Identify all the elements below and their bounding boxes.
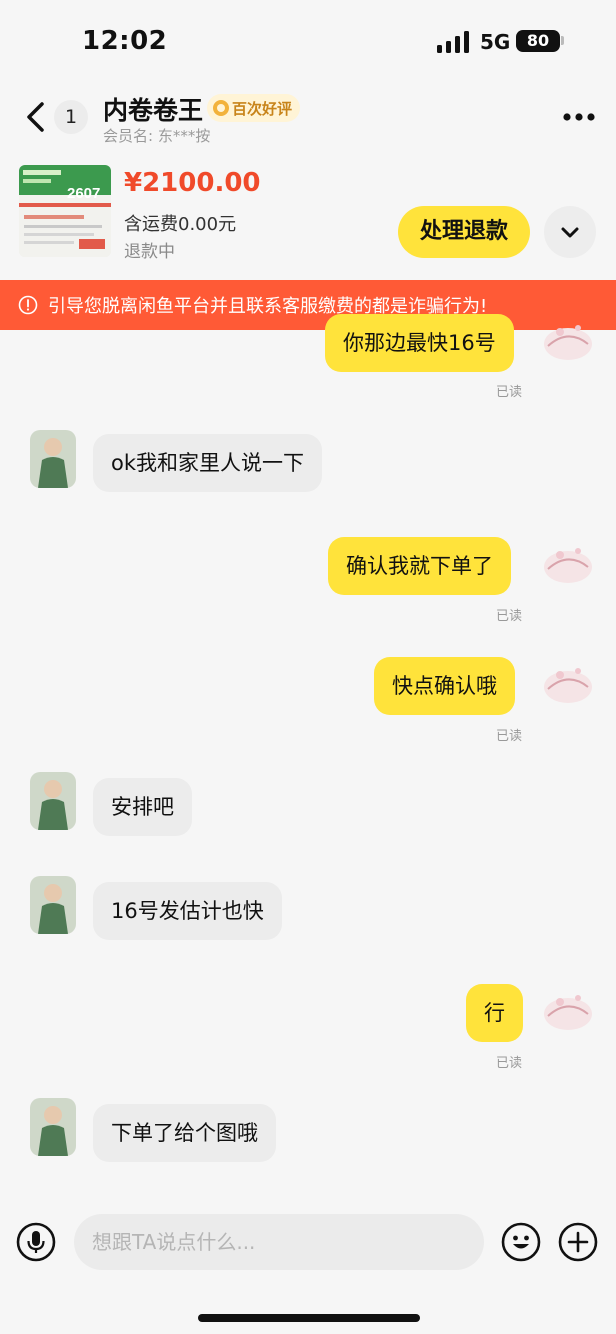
product-thumb-text: 2607 [67,185,100,202]
contact-avatar[interactable] [30,430,76,488]
battery-indicator: 80 [516,30,560,52]
fraud-warning-banner: 引导您脱离闲鱼平台并且联系客服缴费的都是诈骗行为! [0,280,616,330]
message-bubble-theirs[interactable]: 下单了给个图哦 [93,1104,276,1162]
rating-badge-icon [213,100,229,116]
message-bubble-mine[interactable]: 确认我就下单了 [328,537,511,595]
self-avatar[interactable] [538,310,598,370]
handle-refund-button[interactable]: 处理退款 [398,206,530,258]
more-options-icon[interactable] [562,112,596,122]
self-avatar[interactable] [538,980,598,1040]
rating-badge-label: 百次好评 [232,99,293,118]
rating-badge[interactable]: 百次好评 [207,94,301,122]
voice-input-icon[interactable] [16,1222,56,1262]
home-indicator [198,1314,420,1322]
message-bubble-mine[interactable]: 你那边最快16号 [325,314,514,372]
message-input[interactable] [74,1214,484,1270]
back-icon[interactable] [22,100,52,134]
battery-tip [561,36,564,45]
status-time: 12:02 [82,26,168,56]
network-type: 5G [480,30,511,54]
contact-avatar[interactable] [30,1098,76,1156]
message-bubble-theirs[interactable]: 安排吧 [93,778,192,836]
contact-avatar[interactable] [30,772,76,830]
self-avatar[interactable] [538,533,598,593]
read-receipt: 已读 [496,385,523,400]
shipping-fee: 含运费0.00元 [124,214,237,235]
message-bubble-theirs[interactable]: 16号发估计也快 [93,882,282,940]
message-bubble-mine[interactable]: 快点确认哦 [374,657,515,715]
contact-name[interactable]: 内卷卷王 [103,91,203,127]
read-receipt: 已读 [496,609,523,624]
order-status: 退款中 [124,242,175,262]
expand-order-button[interactable] [544,206,596,258]
read-receipt: 已读 [496,729,523,744]
chevron-down-icon [561,227,579,238]
contact-avatar[interactable] [30,876,76,934]
product-price: ¥2100.00 [124,168,261,198]
emoji-icon[interactable] [501,1222,541,1262]
warning-icon [18,295,38,315]
message-bubble-mine[interactable]: 行 [466,984,523,1042]
self-avatar[interactable] [538,653,598,713]
plus-icon[interactable] [558,1222,598,1262]
signal-icon [437,31,469,53]
message-bubble-theirs[interactable]: ok我和家里人说一下 [93,434,323,492]
member-name: 会员名: 东***按 [103,127,211,145]
unread-count-badge[interactable]: 1 [54,100,88,134]
read-receipt: 已读 [496,1056,523,1071]
product-thumbnail[interactable]: 2607 [19,165,111,257]
